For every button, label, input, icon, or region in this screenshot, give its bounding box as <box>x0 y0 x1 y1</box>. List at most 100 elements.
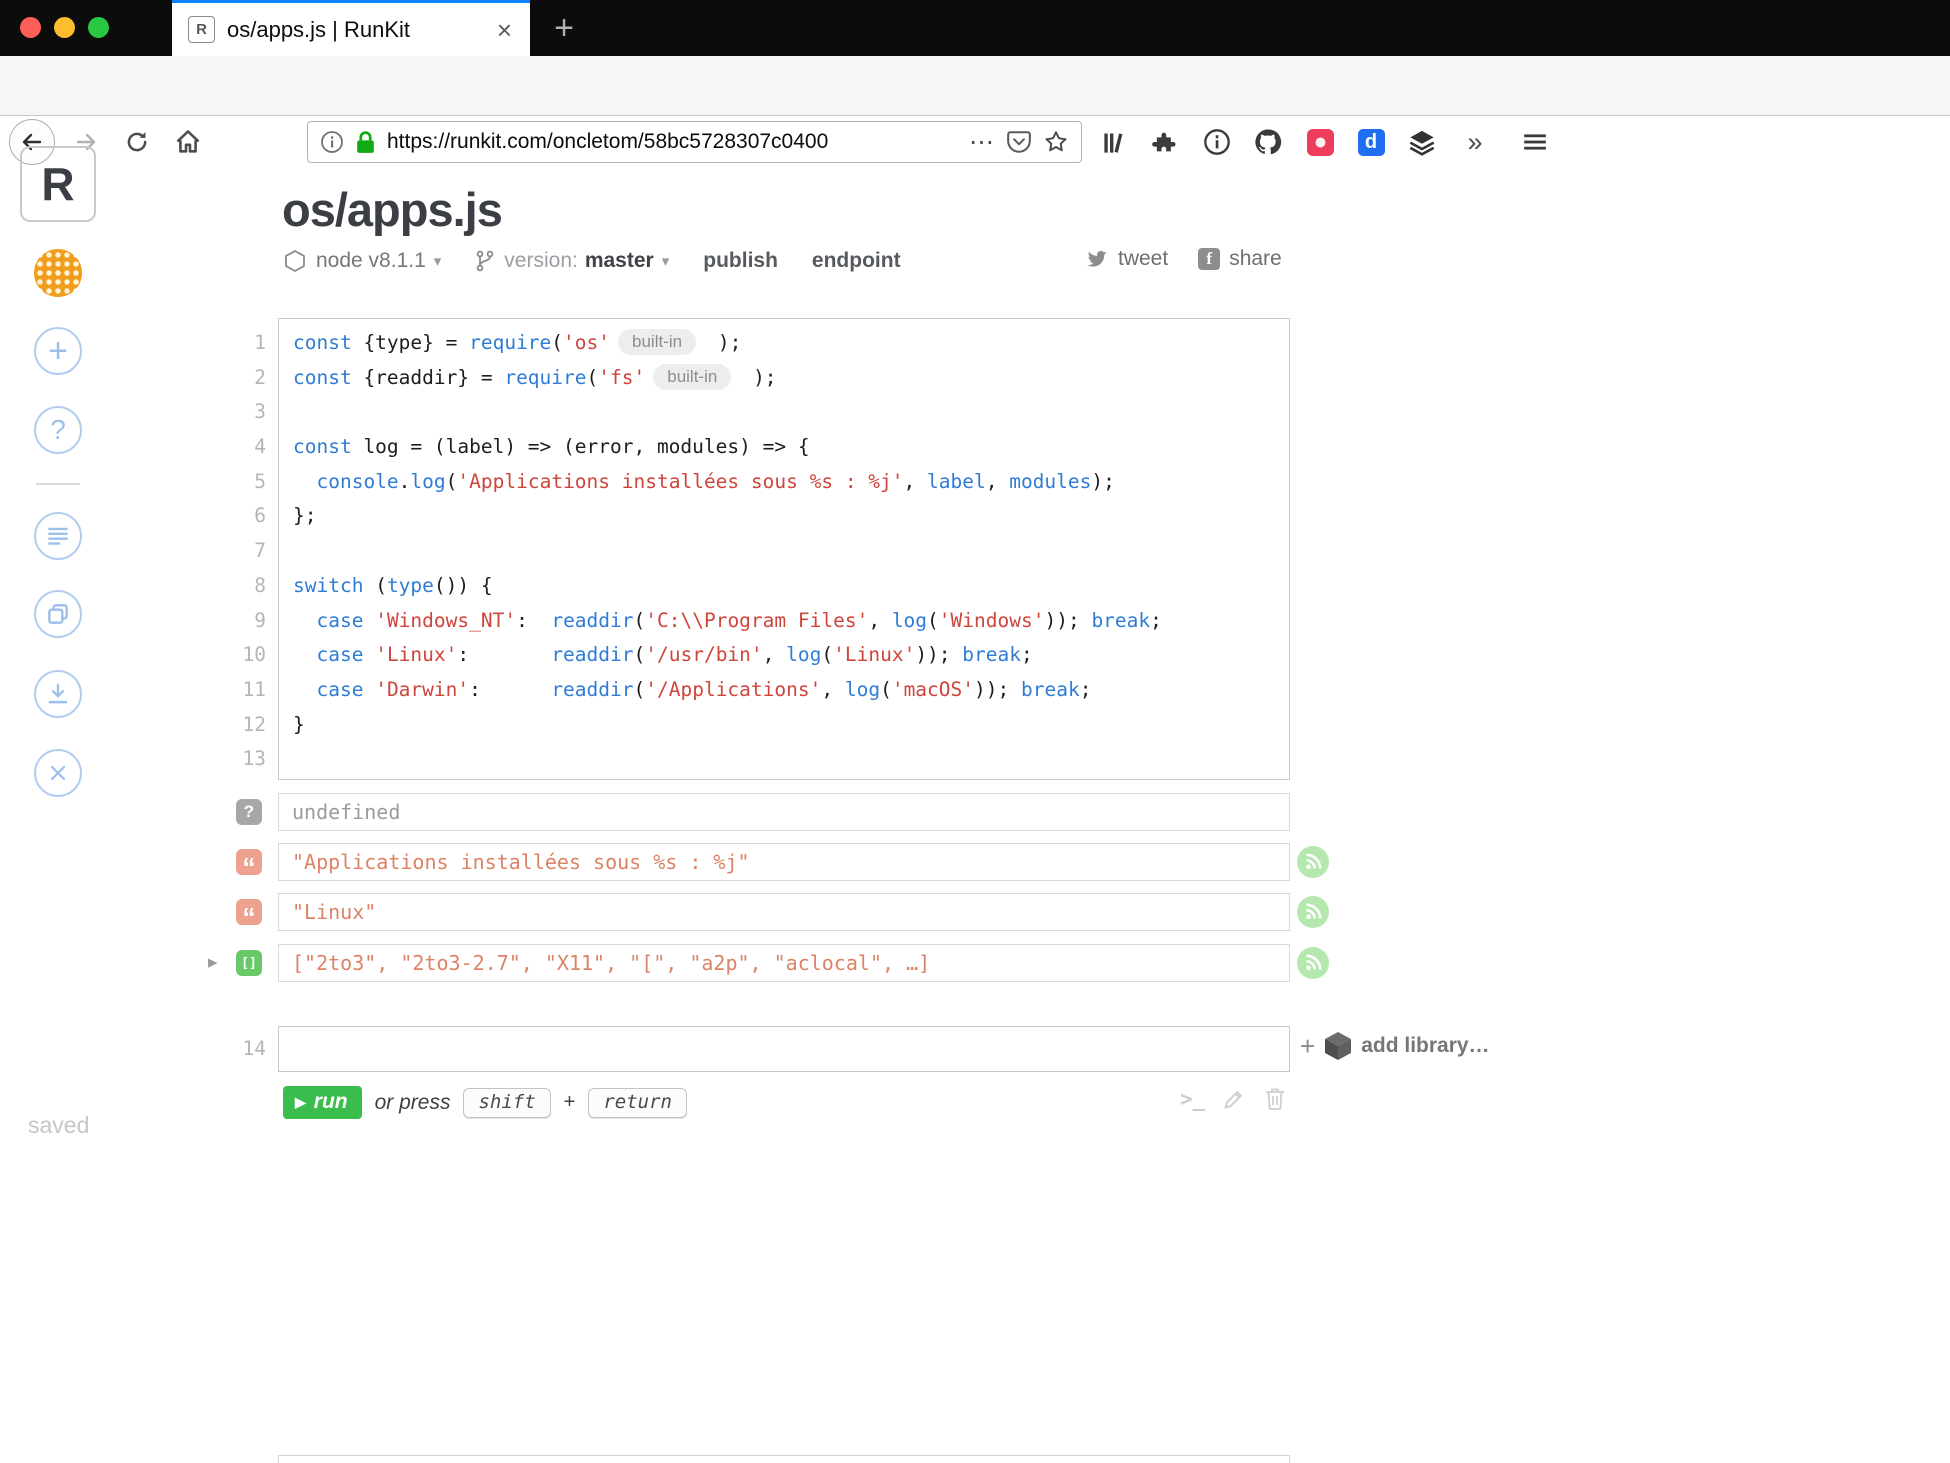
line-number: 13 <box>242 747 266 771</box>
notebook-title[interactable]: os/apps.js <box>282 182 503 237</box>
url-bar[interactable]: https://runkit.com/oncletom/58bc5728307c… <box>307 121 1082 163</box>
url-text[interactable]: https://runkit.com/oncletom/58bc5728307c… <box>387 130 958 154</box>
reload-button[interactable] <box>118 125 156 159</box>
new-code-cell[interactable] <box>278 1026 1290 1072</box>
run-label: run <box>313 1090 348 1113</box>
trash-icon[interactable] <box>1263 1086 1287 1112</box>
share-label: share <box>1229 247 1282 270</box>
string-type-icon: “ <box>236 849 262 880</box>
node-hexagon-icon <box>285 249 305 273</box>
chevron-down-icon[interactable]: ▾ <box>434 252 442 270</box>
line-number: 1 <box>254 331 266 354</box>
browser-toolbar: https://runkit.com/oncletom/58bc5728307c… <box>0 56 1950 165</box>
line-number: 8 <box>254 573 266 597</box>
minimize-window-button[interactable] <box>54 17 75 38</box>
code-gutter: 1 2 3 4 5 6 7 8 9 10 11 12 13 <box>150 326 266 777</box>
browser-tab-strip: R os/apps.js | RunKit × + <box>0 0 1950 56</box>
output-text: "Applications installées sous %s : %j" <box>292 850 750 874</box>
site-info-icon[interactable] <box>320 130 344 154</box>
home-button[interactable] <box>168 124 208 160</box>
new-notebook-button[interactable]: + <box>34 327 82 375</box>
rss-feed-icon[interactable] <box>1296 895 1330 929</box>
browser-tab[interactable]: R os/apps.js | RunKit × <box>172 0 530 56</box>
node-version-selector[interactable]: node v8.1.1 <box>316 249 426 273</box>
bookmark-star-icon[interactable] <box>1043 129 1069 155</box>
window-controls <box>20 17 109 38</box>
code-line: switch (type()) { <box>293 573 493 597</box>
output-text: ["2to3", "2to3-2.7", "X11", "[", "a2p", … <box>292 951 931 975</box>
publish-button[interactable]: publish <box>703 249 778 273</box>
line-number: 2 <box>254 365 266 389</box>
zoom-window-button[interactable] <box>88 17 109 38</box>
github-button[interactable] <box>1251 126 1285 158</box>
devdocs-button[interactable]: d <box>1354 126 1388 158</box>
facebook-icon: f <box>1198 248 1221 270</box>
string-type-icon: “ <box>236 899 262 930</box>
hamburger-icon <box>1524 134 1546 150</box>
return-key-badge: return <box>588 1087 687 1118</box>
rss-feed-icon[interactable] <box>1296 946 1330 980</box>
layers-button[interactable] <box>1405 126 1439 158</box>
line-number: 6 <box>254 504 266 528</box>
output-box: undefined <box>278 793 1290 831</box>
home-icon <box>176 130 200 153</box>
duplicate-icon <box>48 604 68 624</box>
version-selector[interactable]: master <box>585 249 654 273</box>
list-icon <box>48 527 68 545</box>
share-button[interactable]: f share <box>1198 247 1282 271</box>
output-row: ? undefined <box>0 793 1950 831</box>
terminal-prompt-icon[interactable]: >_ <box>1180 1087 1205 1111</box>
devdocs-icon: d <box>1357 128 1385 156</box>
add-library-label: add library… <box>1361 1034 1490 1057</box>
page-actions-icon[interactable]: ⋯ <box>969 127 995 157</box>
code-line: const {type} = require('os' built-in ); <box>293 329 742 355</box>
new-tab-button[interactable]: + <box>544 8 584 48</box>
library-button[interactable] <box>1097 126 1131 158</box>
download-notebook-button[interactable] <box>34 670 82 718</box>
red-extension-button[interactable] <box>1303 126 1337 158</box>
array-type-icon: [] <box>236 950 262 976</box>
plus-icon: + <box>1300 1030 1316 1061</box>
code-line: } <box>293 712 305 736</box>
expand-toggle-icon[interactable]: ▸ <box>208 951 218 974</box>
output-row: “ "Linux" <box>0 893 1950 931</box>
rss-feed-icon[interactable] <box>1296 845 1330 879</box>
chevron-down-icon[interactable]: ▾ <box>662 252 670 270</box>
extensions-button[interactable] <box>1148 126 1182 158</box>
run-row: ▶ run or press shift + return <box>283 1086 687 1119</box>
run-button[interactable]: ▶ run <box>283 1086 362 1119</box>
info-extension-button[interactable] <box>1200 126 1234 158</box>
menu-button[interactable] <box>1518 126 1552 158</box>
edit-pencil-icon[interactable] <box>1221 1086 1247 1112</box>
toolbar-overflow-button[interactable]: » <box>1458 126 1492 158</box>
overflow-chevrons-icon: » <box>1467 126 1483 157</box>
twitter-icon <box>1087 250 1107 267</box>
add-library-button[interactable]: + add library… <box>1300 1030 1490 1062</box>
line-number: 14 <box>242 1037 266 1060</box>
delete-notebook-button[interactable] <box>34 749 82 797</box>
notebook-list-button[interactable] <box>34 512 82 560</box>
tweet-button[interactable]: tweet <box>1085 247 1168 271</box>
github-icon <box>1255 129 1282 155</box>
download-icon <box>48 683 68 704</box>
pocket-icon[interactable] <box>1006 129 1032 155</box>
puzzle-piece-icon <box>1152 132 1176 152</box>
save-status: saved <box>28 1112 90 1138</box>
endpoint-button[interactable]: endpoint <box>812 249 901 273</box>
code-lines[interactable]: const {type} = require('os' built-in ); co… <box>293 326 1283 777</box>
runkit-logo[interactable]: R <box>20 146 96 222</box>
clone-notebook-button[interactable] <box>34 590 82 638</box>
user-avatar[interactable] <box>34 249 82 297</box>
builtin-badge: built-in <box>653 363 732 390</box>
output-box: "Applications installées sous %s : %j" <box>278 843 1290 881</box>
tab-title: os/apps.js | RunKit <box>227 16 411 42</box>
play-icon: ▶ <box>295 1093 306 1110</box>
output-box: ["2to3", "2to3-2.7", "X11", "[", "a2p", … <box>278 944 1290 982</box>
help-button[interactable]: ? <box>34 406 82 454</box>
tab-close-icon[interactable]: × <box>495 17 514 43</box>
close-window-button[interactable] <box>20 17 41 38</box>
output-box: "Linux" <box>278 893 1290 931</box>
